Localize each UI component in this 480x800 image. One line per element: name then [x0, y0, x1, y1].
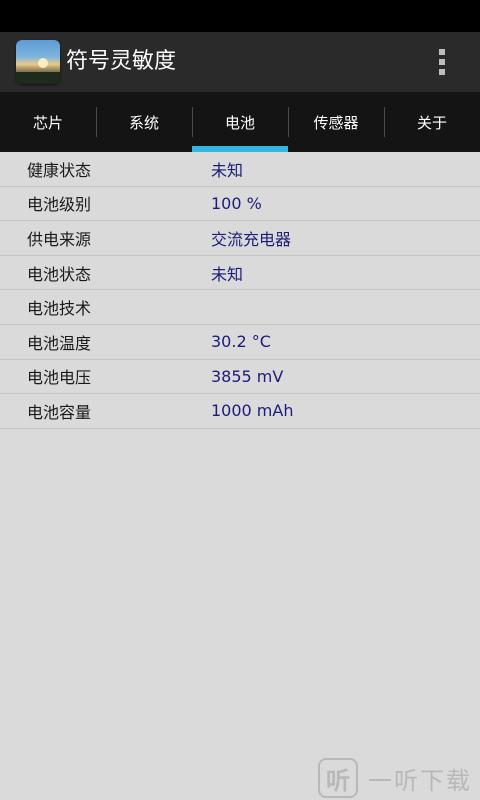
row-label: 供电来源 [27, 229, 92, 249]
row-value: 未知 [211, 264, 244, 284]
row-label: 电池容量 [27, 402, 92, 422]
tab-sensors[interactable]: 传感器 [288, 92, 384, 152]
tab-label: 芯片 [32, 113, 63, 132]
row-label: 电池温度 [27, 333, 92, 353]
row-value: 1000 mAh [211, 401, 294, 421]
tab-label: 传感器 [313, 113, 359, 132]
overflow-menu-icon[interactable] [430, 46, 454, 78]
row-label: 电池技术 [27, 299, 92, 319]
row-label: 电池状态 [27, 264, 92, 284]
row-label: 健康状态 [27, 160, 92, 180]
row-health-status: 健康状态 未知 [0, 152, 480, 187]
row-value: 未知 [211, 160, 244, 180]
row-power-source: 供电来源 交流充电器 [0, 221, 480, 256]
row-label: 电池级别 [27, 195, 92, 215]
row-value: 交流充电器 [211, 229, 292, 249]
watermark: 听 一听下载 [318, 756, 480, 800]
row-battery-status: 电池状态 未知 [0, 256, 480, 291]
tab-chip[interactable]: 芯片 [0, 92, 96, 152]
battery-info-list: 健康状态 未知 电池级别 100 % 供电来源 交流充电器 电池状态 未知 电池… [0, 152, 480, 429]
tab-label: 系统 [128, 113, 159, 132]
tab-label: 电池 [224, 113, 255, 132]
row-battery-technology: 电池技术 [0, 290, 480, 325]
row-battery-voltage: 电池电压 3855 mV [0, 360, 480, 395]
tab-battery[interactable]: 电池 [192, 92, 288, 152]
watermark-logo-icon: 听 [318, 758, 358, 798]
status-bar [0, 0, 480, 32]
tab-about[interactable]: 关于 [384, 92, 480, 152]
app-title: 符号灵敏度 [66, 49, 177, 74]
action-bar: 符号灵敏度 [0, 32, 480, 92]
row-value: 100 % [211, 193, 262, 213]
tab-bar: 芯片 系统 电池 传感器 关于 [0, 92, 480, 152]
app-landscape-icon[interactable] [16, 40, 60, 84]
tab-system[interactable]: 系统 [96, 92, 192, 152]
row-battery-capacity: 电池容量 1000 mAh [0, 394, 480, 429]
row-battery-temperature: 电池温度 30.2 °C [0, 325, 480, 360]
tab-label: 关于 [416, 113, 447, 132]
watermark-text: 一听下载 [368, 766, 472, 795]
row-value: 3855 mV [211, 366, 284, 386]
row-value: 30.2 °C [211, 332, 271, 352]
row-label: 电池电压 [27, 368, 92, 388]
row-battery-level: 电池级别 100 % [0, 187, 480, 222]
